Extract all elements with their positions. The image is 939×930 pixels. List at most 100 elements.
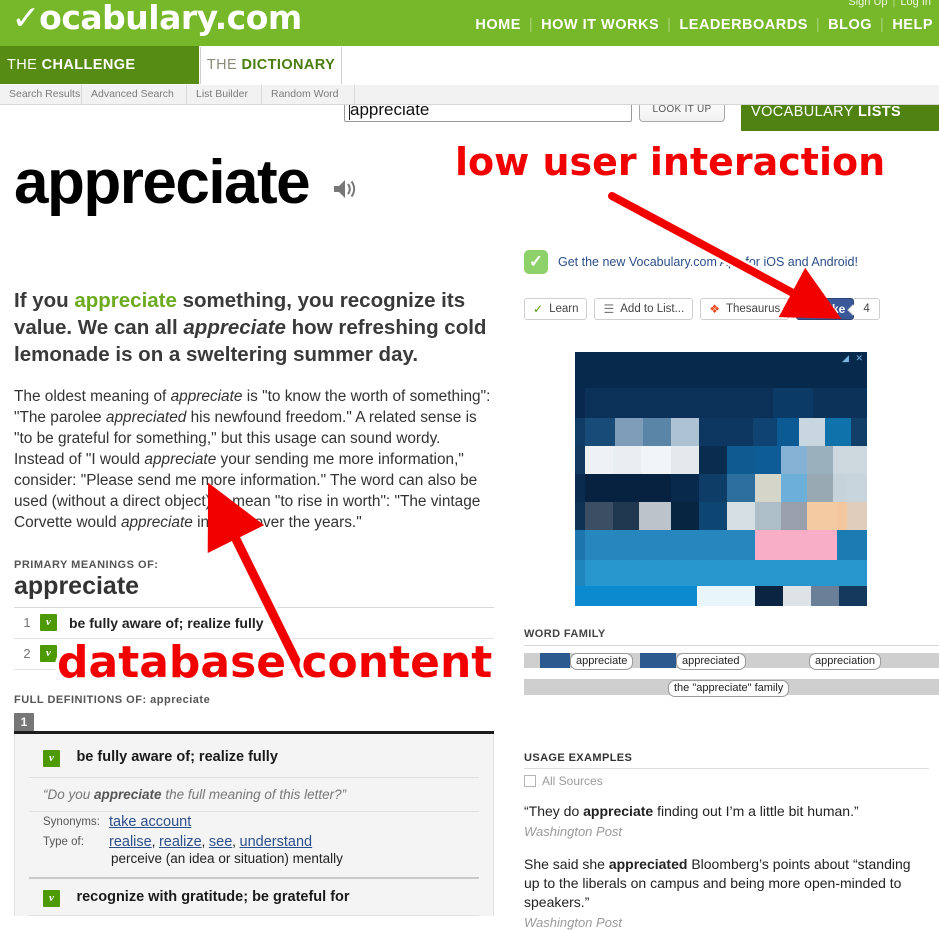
primary-meaning-row[interactable]: 1 v be fully aware of; realize fully <box>14 608 494 639</box>
account-separator: | <box>892 0 896 8</box>
subnav-advanced-search[interactable]: Advanced Search <box>82 85 187 104</box>
all-sources-filter[interactable]: All Sources <box>524 768 929 788</box>
wf-segment <box>912 653 939 668</box>
part-of-speech-badge: v <box>43 889 60 907</box>
tab-challenge-label: CHALLENGE <box>41 57 136 73</box>
add-to-list-label: Add to List... <box>620 303 685 315</box>
usage-examples-section: USAGE EXAMPLES All Sources “They do appr… <box>524 752 929 930</box>
usage-example-item: “They do appreciate finding out I’m a li… <box>524 802 929 841</box>
word-family-chip[interactable]: appreciation <box>809 653 881 670</box>
site-header: ✓ocabulary.com Sign Up | Log In HOME | HOW I… <box>0 0 939 46</box>
site-logo[interactable]: ✓ocabulary.com <box>11 0 302 37</box>
comma: , <box>151 833 159 849</box>
example-post: finding out I’m a little bit human.” <box>653 803 859 819</box>
app-promo-message: Get the new Vocabulary.com App for iOS a… <box>558 255 858 269</box>
example-source[interactable]: Washington Post <box>524 913 929 930</box>
primary-tab-bar: THE CHALLENGE THE DICTIONARY LOOK IT UP … <box>0 46 939 131</box>
nav-blog[interactable]: BLOG <box>828 17 872 33</box>
subnav-random-word[interactable]: Random Word <box>262 85 355 104</box>
blurb-headword: appreciate <box>74 289 177 313</box>
tab-the-challenge[interactable]: THE CHALLENGE <box>0 46 199 84</box>
word-actions: ✓ Learn ☰ Add to List... ❖ Thesaurus f L… <box>524 298 929 320</box>
app-promo[interactable]: ✓ Get the new Vocabulary.com App for iOS… <box>524 248 929 276</box>
comma: , <box>201 833 209 849</box>
meaning-text: be fully aware of; realize fully <box>69 614 264 631</box>
advertisement-image[interactable]: ◢ ✕ <box>575 352 867 606</box>
definition-sense[interactable]: v recognize with gratitude; be grateful … <box>15 879 493 915</box>
logo-text: ocabulary.com <box>39 0 302 37</box>
thesaurus-button[interactable]: ❖ Thesaurus <box>700 298 790 320</box>
meaning-number: 2 <box>23 646 31 662</box>
login-link[interactable]: Log In <box>900 0 931 8</box>
check-icon: ✓ <box>533 302 544 316</box>
ad-close-icon[interactable]: ◢ ✕ <box>842 353 865 364</box>
account-links: Sign Up | Log In <box>848 0 931 8</box>
thesaurus-icon: ❖ <box>709 302 720 316</box>
sense-synonyms-row: Synonyms: take account <box>15 812 493 832</box>
vocabulary-page: ✓ocabulary.com Sign Up | Log In HOME | HOW I… <box>0 0 939 930</box>
sense-typeof-row: Type of: realise, realize, see, understa… <box>15 832 493 868</box>
add-to-list-button[interactable]: ☰ Add to List... <box>594 298 694 320</box>
word-family-chip[interactable]: appreciated <box>676 653 746 670</box>
wf-segment <box>761 653 777 668</box>
nav-how-it-works[interactable]: HOW IT WORKS <box>541 17 659 33</box>
nav-home[interactable]: HOME <box>475 17 521 33</box>
typeof-key: Type of: <box>43 835 84 848</box>
page-title: appreciate <box>14 147 311 217</box>
word-family-section: WORD FAMILY appreciate appreciated appre… <box>524 628 939 697</box>
blurb-em-1: appreciate <box>183 316 286 340</box>
word-family-title: WORD FAMILY <box>524 628 606 640</box>
tab-the-dictionary[interactable]: THE DICTIONARY <box>200 47 342 84</box>
word-family-panel: appreciate appreciated appreciation the … <box>524 645 939 697</box>
word-family-family-row: the "appreciate" family <box>524 679 939 697</box>
like-count: 4 <box>854 298 880 320</box>
definition-group-badge: 1 <box>14 712 34 731</box>
nav-separator: | <box>528 17 534 33</box>
learn-button[interactable]: ✓ Learn <box>524 298 588 320</box>
all-sources-label: All Sources <box>542 774 603 788</box>
tab-dictionary-label: DICTIONARY <box>241 57 336 73</box>
synonyms-key: Synonyms: <box>43 815 100 828</box>
word-family-family-chip[interactable]: the "appreciate" family <box>668 680 790 697</box>
longdef-e1: appreciate <box>170 388 243 406</box>
facebook-like-button[interactable]: f Like <box>796 298 855 320</box>
typeof-link[interactable]: realise <box>109 834 152 850</box>
sense-example-quote: “Do you appreciate the full meaning of t… <box>15 778 493 811</box>
synonym-link[interactable]: take account <box>109 814 191 830</box>
like-label: Like <box>821 302 846 316</box>
usage-example-item: She said she appreciated Bloomberg’s poi… <box>524 855 929 930</box>
all-sources-checkbox[interactable] <box>524 775 536 787</box>
longdef-s5: in value over the years." <box>192 514 362 532</box>
wf-segment <box>776 653 792 668</box>
longdef-e3: appreciate <box>144 451 217 469</box>
annotation-low-user-interaction: low user interaction <box>455 140 886 184</box>
nav-leaderboards[interactable]: LEADERBOARDS <box>679 17 807 33</box>
word-family-chip[interactable]: appreciate <box>570 653 634 670</box>
speaker-icon[interactable] <box>332 178 358 205</box>
example-source[interactable]: Washington Post <box>524 822 929 841</box>
typeof-link[interactable]: realize <box>159 834 202 850</box>
signup-link[interactable]: Sign Up <box>848 0 887 8</box>
tab-challenge-prefix: THE <box>7 57 42 73</box>
longdef-s1: The oldest meaning of <box>14 388 171 406</box>
long-definition: The oldest meaning of appreciate is "to … <box>14 386 494 533</box>
word-family-bar-row: appreciate appreciated appreciation <box>524 653 939 670</box>
tab-dictionary-prefix: THE <box>206 57 242 73</box>
quote-bold: appreciate <box>94 786 162 802</box>
example-bold: appreciate <box>583 803 654 819</box>
annotation-database-content: database content <box>57 637 493 688</box>
wf-segment <box>791 653 807 668</box>
typeof-link[interactable]: see <box>209 834 232 850</box>
nav-help[interactable]: HELP <box>892 17 933 33</box>
nav-separator: | <box>667 17 672 33</box>
sense-text: be fully aware of; realize fully <box>76 748 278 765</box>
blurb-part-1: If you <box>14 289 75 313</box>
typeof-link[interactable]: understand <box>240 834 313 850</box>
definition-sense[interactable]: v be fully aware of; realize fully <box>15 744 493 777</box>
subnav-search-results[interactable]: Search Results <box>0 85 82 104</box>
tab-lists-label: LISTS <box>858 104 902 120</box>
subnav-list-builder[interactable]: List Builder <box>187 85 262 104</box>
quote-post: the full meaning of this letter?” <box>161 786 347 802</box>
nav-separator: | <box>880 17 885 33</box>
example-pre: “They do <box>524 803 584 819</box>
